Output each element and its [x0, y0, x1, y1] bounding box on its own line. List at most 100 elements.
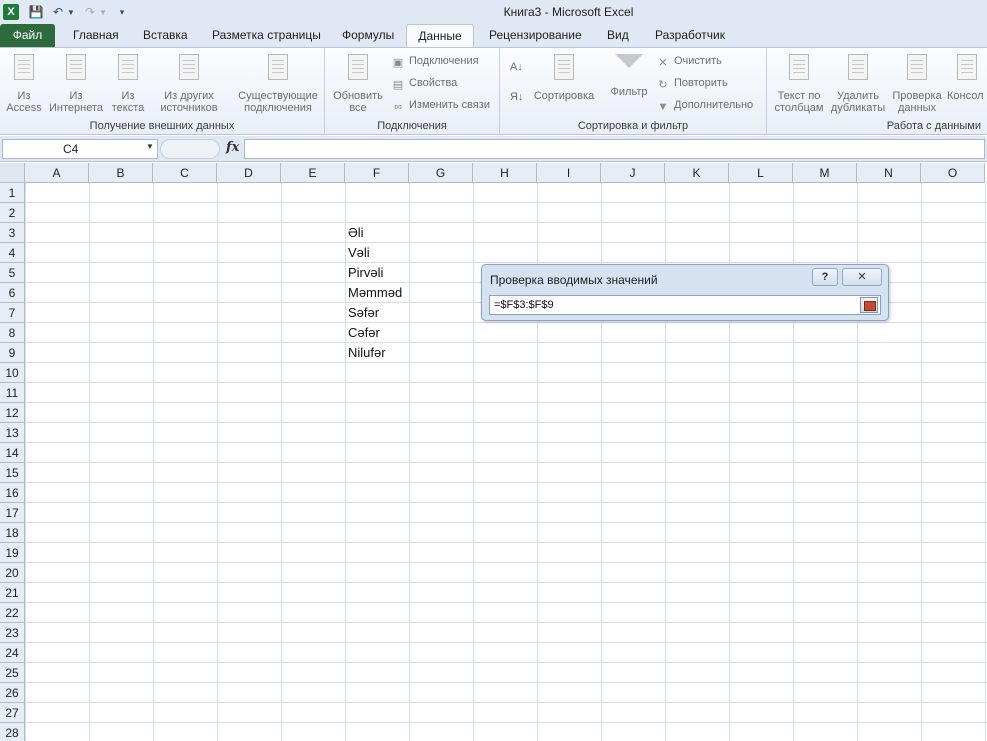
sort-za-icon[interactable]: Я↓	[510, 90, 523, 104]
row-header[interactable]: 26	[0, 683, 25, 703]
select-all-corner[interactable]	[0, 163, 25, 183]
cell-f5[interactable]: Pirvəli	[345, 263, 383, 283]
from-access-button[interactable]: Из Access	[4, 52, 44, 114]
column-header[interactable]: J	[601, 163, 665, 183]
column-header[interactable]: L	[729, 163, 793, 183]
tab-page-layout[interactable]: Разметка страницы	[202, 24, 331, 47]
cell-f4[interactable]: Vəli	[345, 243, 370, 263]
close-button[interactable]: ✕	[842, 268, 882, 286]
cell-f6[interactable]: Məmməd	[345, 283, 402, 303]
row-header[interactable]: 1	[0, 183, 25, 203]
filter-button[interactable]: Фильтр	[604, 52, 654, 98]
range-input[interactable]: =$F$3:$F$9	[489, 295, 881, 315]
tab-view[interactable]: Вид	[597, 24, 639, 47]
column-header[interactable]: C	[153, 163, 217, 183]
access-icon	[8, 52, 40, 86]
column-header[interactable]: F	[345, 163, 409, 183]
row-header[interactable]: 17	[0, 503, 25, 523]
filter-icon	[615, 54, 643, 68]
row-header[interactable]: 21	[0, 583, 25, 603]
row-header[interactable]: 6	[0, 283, 25, 303]
help-button[interactable]: ?	[812, 268, 838, 286]
name-box[interactable]: C4	[2, 139, 158, 159]
row-header[interactable]: 28	[0, 723, 25, 741]
row-header[interactable]: 12	[0, 403, 25, 423]
title-separator: -	[544, 5, 549, 19]
existing-connections-button[interactable]: Существующие подключения	[234, 52, 322, 114]
remove-duplicates-button[interactable]: Удалить дубликаты	[829, 52, 887, 114]
clear-button[interactable]: ✕ Очистить	[656, 54, 722, 69]
worksheet-grid: ABCDEFGHIJKLMNO 1 2 3 4 5 6 7 8 9 10 11 12 13 14 15 16 1…	[0, 163, 987, 741]
ribbon: Из Access Из Интернета Из текста Из друг…	[0, 47, 987, 135]
from-other-sources-button[interactable]: Из других источников	[158, 52, 220, 114]
row-header[interactable]: 15	[0, 463, 25, 483]
column-header[interactable]: N	[857, 163, 921, 183]
row-header[interactable]: 23	[0, 623, 25, 643]
tab-data[interactable]: Данные	[406, 24, 474, 47]
group-connections: Обновить все ▣ Подключения ▤ Свойства ∞ Изм…	[325, 48, 500, 135]
edit-links-button[interactable]: ∞ Изменить связи	[391, 98, 490, 113]
row-header[interactable]: 25	[0, 663, 25, 683]
tab-file[interactable]: Файл	[0, 24, 55, 47]
cell-f9[interactable]: Nilufər	[345, 343, 386, 363]
row-header[interactable]: 4	[0, 243, 25, 263]
row-header[interactable]: 7	[0, 303, 25, 323]
properties-button[interactable]: ▤ Свойства	[391, 76, 458, 91]
column-header[interactable]: I	[537, 163, 601, 183]
row-header[interactable]: 16	[0, 483, 25, 503]
row-header[interactable]: 27	[0, 703, 25, 723]
column-header[interactable]: K	[665, 163, 729, 183]
row-header[interactable]: 13	[0, 423, 25, 443]
from-text-button[interactable]: Из текста	[108, 52, 148, 114]
column-header[interactable]: B	[89, 163, 153, 183]
from-web-button[interactable]: Из Интернета	[46, 52, 106, 114]
connections-button[interactable]: ▣ Подключения	[391, 54, 479, 69]
consolidate-button[interactable]: Консол	[947, 52, 987, 102]
column-header[interactable]: D	[217, 163, 281, 183]
group-sort-filter: A↓ Я↓ Сортировка Фильтр ✕ Очистить ↻ Повто…	[500, 48, 767, 135]
row-header[interactable]: 10	[0, 363, 25, 383]
row-header[interactable]: 8	[0, 323, 25, 343]
expand-dialog-icon[interactable]	[860, 297, 878, 313]
refresh-all-button[interactable]: Обновить все	[329, 52, 387, 114]
row-header[interactable]: 11	[0, 383, 25, 403]
reapply-button[interactable]: ↻ Повторить	[656, 76, 727, 91]
column-header[interactable]: O	[921, 163, 985, 183]
cell-f8[interactable]: Cəfər	[345, 323, 380, 343]
cell-f7[interactable]: Səfər	[345, 303, 379, 323]
advanced-filter-icon: ▼	[657, 101, 669, 113]
name-box-dropdown-icon[interactable]: ▼	[146, 142, 154, 151]
insert-function-icon[interactable]: fx	[226, 140, 239, 155]
data-validation-button[interactable]: Проверка данных	[889, 52, 945, 114]
row-header[interactable]: 2	[0, 203, 25, 223]
tab-home[interactable]: Главная	[63, 24, 129, 47]
row-header[interactable]: 14	[0, 443, 25, 463]
column-header[interactable]: M	[793, 163, 857, 183]
row-header[interactable]: 24	[0, 643, 25, 663]
text-to-columns-button[interactable]: Текст по столбцам	[771, 52, 827, 114]
group-data-tools: Текст по столбцам Удалить дубликаты Пров…	[767, 48, 987, 135]
formula-input[interactable]	[244, 139, 985, 159]
sort-button[interactable]: Сортировка	[530, 52, 598, 102]
column-header[interactable]: E	[281, 163, 345, 183]
cell-f3[interactable]: Əli	[345, 223, 364, 243]
row-header[interactable]: 18	[0, 523, 25, 543]
tab-review[interactable]: Рецензирование	[479, 24, 592, 47]
row-header[interactable]: 5	[0, 263, 25, 283]
row-header[interactable]: 19	[0, 543, 25, 563]
column-header[interactable]: H	[473, 163, 537, 183]
row-header[interactable]: 9	[0, 343, 25, 363]
tab-formulas[interactable]: Формулы	[332, 24, 404, 47]
row-header[interactable]: 3	[0, 223, 25, 243]
existing-connections-icon	[262, 52, 294, 86]
row-header[interactable]: 22	[0, 603, 25, 623]
column-header[interactable]: G	[409, 163, 473, 183]
data-validation-dialog: Проверка вводимых значений ? ✕ =$F$3:$F$…	[481, 264, 889, 321]
sort-az-icon[interactable]: A↓	[510, 60, 523, 74]
data-validation-icon	[901, 52, 933, 86]
row-header[interactable]: 20	[0, 563, 25, 583]
tab-insert[interactable]: Вставка	[133, 24, 198, 47]
tab-developer[interactable]: Разработчик	[645, 24, 735, 47]
column-header[interactable]: A	[25, 163, 89, 183]
advanced-button[interactable]: ▼ Дополнительно	[656, 98, 754, 113]
